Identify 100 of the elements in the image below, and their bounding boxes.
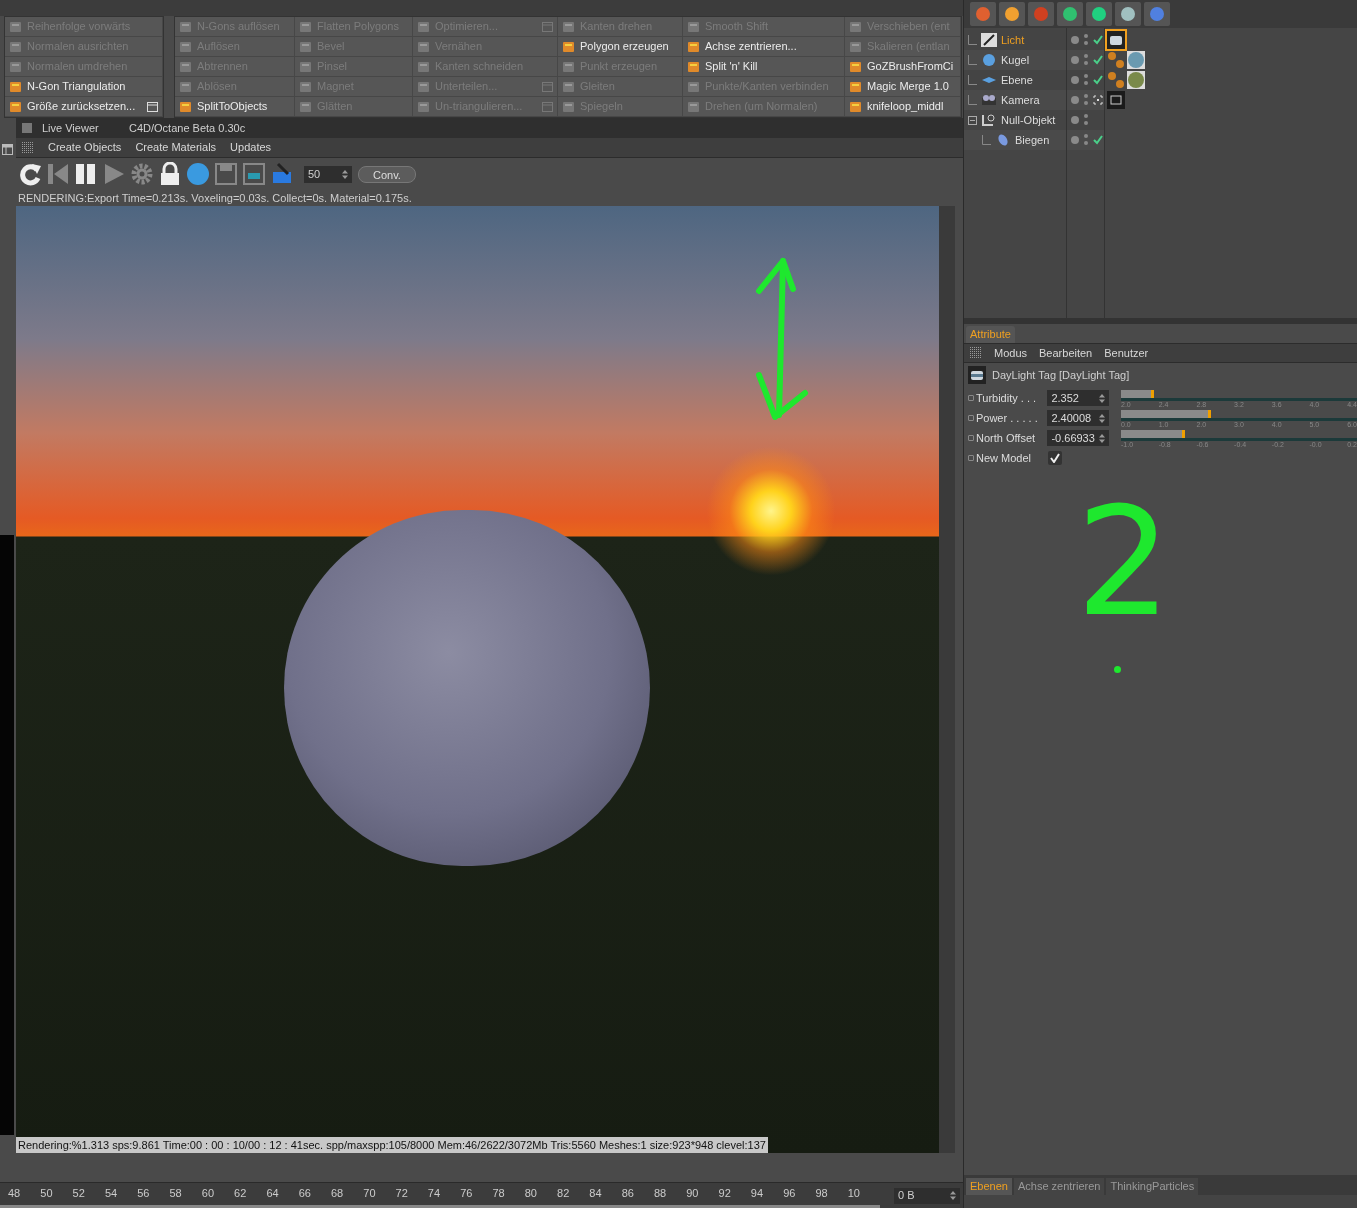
object-tool-icon (1032, 5, 1050, 23)
menu-item[interactable]: Bearbeiten (1039, 344, 1093, 362)
frame-field[interactable]: 0 B (894, 1187, 960, 1204)
lock-icon[interactable] (158, 162, 182, 186)
timeline-tick-label: 74 (427, 1186, 442, 1201)
null-object-icon (981, 113, 997, 127)
collapse-icon[interactable] (968, 115, 977, 125)
camera-tag-icon[interactable] (1107, 91, 1125, 109)
timeline-tick-label: 50 (40, 1186, 54, 1201)
command-button[interactable]: Achse zentrieren... (683, 37, 845, 57)
toolbar-button[interactable] (1115, 2, 1141, 26)
command-button[interactable]: Magic Merge 1.0 (845, 77, 961, 97)
object-name[interactable]: Null-Objekt (1001, 111, 1056, 129)
spinner-icon[interactable] (1099, 433, 1105, 443)
panel-tab[interactable]: Achse zentrieren (1013, 1178, 1105, 1195)
window-icon[interactable] (2, 144, 13, 155)
spinner-icon[interactable] (1099, 393, 1105, 403)
command-button[interactable]: SplitToObjects (175, 97, 295, 117)
param-toggle[interactable] (968, 435, 974, 441)
number-field[interactable]: 2.40008 (1047, 410, 1109, 426)
timeline-tick-label: 76 (460, 1186, 474, 1201)
tool-icon (9, 60, 22, 73)
slider-track[interactable] (1121, 410, 1357, 421)
check-icon[interactable] (1093, 135, 1103, 145)
render-dots-icon[interactable] (1083, 73, 1089, 87)
timeline-tick-label: 58 (169, 1186, 183, 1201)
menu-item[interactable]: Create Objects (48, 139, 122, 156)
render-status-text: RENDERING:Export Time=0.213s. Voxeling=0.03s. Collect=0s. Material=0.175s. (17, 191, 413, 206)
slider-track[interactable] (1121, 430, 1357, 441)
pause-icon[interactable] (74, 162, 98, 186)
check-icon[interactable] (1093, 35, 1103, 45)
timeline-tick-label: 84 (589, 1186, 603, 1201)
check-icon[interactable] (1093, 75, 1103, 85)
render-dots-icon[interactable] (1083, 33, 1089, 47)
tool-icon (687, 40, 700, 53)
spinner-icon[interactable] (1099, 413, 1105, 423)
phong-tag-icon[interactable] (1107, 71, 1125, 89)
save-icon[interactable] (214, 162, 238, 186)
tool-icon (687, 80, 700, 93)
menu-item[interactable]: Create Materials (135, 139, 217, 156)
number-field[interactable]: 2.352 (1047, 390, 1109, 406)
toolbar-button[interactable] (1057, 2, 1083, 26)
panel-tab[interactable]: ThinkingParticles (1106, 1178, 1199, 1195)
command-button[interactable]: Polygon erzeugen (558, 37, 683, 57)
render-dots-icon[interactable] (1083, 113, 1089, 127)
grip-icon (970, 347, 982, 359)
number-field[interactable]: -0.66933 (1047, 430, 1109, 446)
toolbar-button[interactable] (1144, 2, 1170, 26)
param-toggle[interactable] (968, 455, 974, 461)
panel-handle-icon[interactable] (22, 123, 32, 133)
menu-item[interactable]: Benutzer (1104, 344, 1149, 362)
command-button[interactable]: N-Gon Triangulation (5, 77, 163, 97)
check-icon[interactable] (1093, 55, 1103, 65)
render-dots-icon[interactable] (1083, 133, 1089, 147)
command-button[interactable]: GoZBrushFromCi (845, 57, 961, 77)
param-toggle[interactable] (968, 395, 974, 401)
material-tag-icon[interactable] (1127, 71, 1145, 89)
param-toggle[interactable] (968, 415, 974, 421)
attribute-tab[interactable]: Attribute (966, 326, 1015, 343)
spinner-icon[interactable] (342, 169, 348, 179)
command-button[interactable]: Größe zurücksetzen... (5, 97, 163, 117)
render-info-text: Rendering:%1.313 sps:9.861 Time:00 : 00 : 10/00 : 12 : 41sec. spp/maxspp:105/8000 Mem:46/2622/3072Mb Tris:5560 Meshes:1 size:923*948 clevel:137 (16, 1136, 768, 1153)
toolbar-button[interactable] (999, 2, 1025, 26)
tool-icon (849, 40, 862, 53)
object-name[interactable]: Ebene (1001, 71, 1033, 89)
checkbox[interactable] (1048, 451, 1062, 465)
object-tool-icon (1061, 5, 1079, 23)
toolbar-button[interactable] (1086, 2, 1112, 26)
spinner-icon[interactable] (950, 1191, 956, 1200)
object-name[interactable]: Licht (1001, 31, 1025, 49)
command-button[interactable]: knifeloop_middl (845, 97, 961, 117)
timeline-tick-label: 54 (104, 1186, 119, 1201)
menu-item[interactable]: Updates (230, 139, 272, 156)
param-label: North Offset (975, 430, 1037, 446)
timeline-tick-label: 98 (815, 1186, 829, 1201)
command-button[interactable]: Split 'n' Kill (683, 57, 845, 77)
panel-tab[interactable]: Ebenen (966, 1178, 1012, 1195)
tool-icon (299, 40, 312, 53)
slider-fill[interactable] (1121, 410, 1211, 418)
slider-track[interactable] (1121, 390, 1357, 401)
target-icon[interactable] (1093, 95, 1103, 105)
cursor-badge-icon[interactable] (270, 162, 294, 186)
menu-item[interactable]: Modus (994, 344, 1028, 362)
convert-button[interactable]: Conv. (358, 165, 416, 183)
refresh-icon[interactable] (18, 162, 42, 186)
slider-fill[interactable] (1121, 390, 1155, 398)
tool-icon (9, 40, 22, 53)
tool-icon (687, 100, 700, 113)
render-dots-icon[interactable] (1083, 53, 1089, 67)
render-dots-icon[interactable] (1083, 93, 1089, 107)
toolbar-button[interactable] (1028, 2, 1054, 26)
timeline-tick-label: 90 (686, 1186, 700, 1201)
samples-field[interactable]: 50 (304, 165, 352, 183)
scrollbar-track[interactable] (939, 206, 955, 1153)
tag-icon[interactable] (1107, 31, 1125, 49)
timeline-tick-label: 72 (395, 1186, 409, 1201)
toolbar-button[interactable] (970, 2, 996, 26)
slider-fill[interactable] (1121, 430, 1185, 438)
tool-icon (562, 100, 575, 113)
save-image-icon[interactable] (242, 162, 266, 186)
